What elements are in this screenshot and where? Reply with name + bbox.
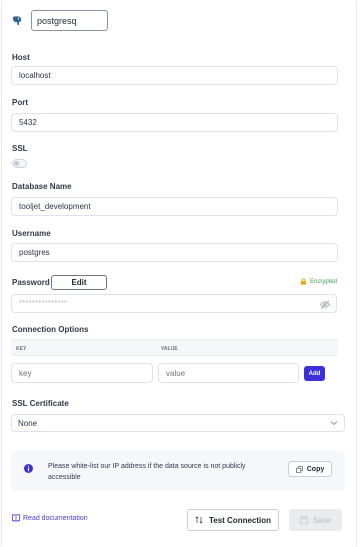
ssl-toggle-knob bbox=[14, 161, 19, 166]
whitelist-notice-text: Please white-list our IP address if the … bbox=[48, 463, 246, 481]
test-connection-button[interactable]: Test Connection bbox=[187, 509, 279, 531]
database-name-label: Database Name bbox=[12, 182, 72, 191]
postgresql-elephant-icon bbox=[12, 15, 22, 25]
connection-option-value-input[interactable] bbox=[158, 363, 299, 383]
database-name-input[interactable]: tooljet_development bbox=[11, 197, 338, 216]
password-masked-value: *************** bbox=[19, 300, 68, 307]
arrows-up-down-icon bbox=[195, 516, 203, 524]
datasource-name-input[interactable] bbox=[31, 10, 108, 31]
connection-option-key-input[interactable] bbox=[11, 363, 153, 383]
save-button[interactable]: Save bbox=[289, 509, 342, 531]
host-label: Host bbox=[12, 53, 30, 62]
read-documentation-label: Read documentation bbox=[23, 514, 88, 522]
connection-options-header: KEY VALUE bbox=[11, 339, 338, 356]
save-label: Save bbox=[312, 515, 332, 525]
ssl-label: SSL bbox=[12, 144, 28, 153]
password-edit-button[interactable]: Edit bbox=[51, 275, 107, 290]
password-label: Password bbox=[12, 278, 50, 287]
username-input[interactable]: postgres bbox=[11, 243, 338, 262]
port-input[interactable]: 5432 bbox=[11, 113, 338, 132]
chevron-down-icon bbox=[330, 421, 338, 426]
value-column-header: VALUE bbox=[161, 346, 178, 352]
ssl-toggle[interactable] bbox=[12, 159, 27, 168]
info-icon bbox=[24, 464, 33, 473]
encrypted-label: Encrypted bbox=[310, 278, 338, 285]
username-label: Username bbox=[12, 229, 51, 238]
eye-slash-icon[interactable] bbox=[320, 300, 330, 309]
save-icon bbox=[299, 516, 308, 524]
copy-icon bbox=[295, 465, 303, 473]
add-connection-option-button[interactable]: Add bbox=[304, 366, 325, 381]
whitelist-notice: Please white-list our IP address if the … bbox=[11, 451, 345, 491]
host-input[interactable]: localhost bbox=[11, 66, 338, 85]
test-connection-label: Test Connection bbox=[208, 515, 272, 525]
encrypted-indicator: Encrypted bbox=[300, 278, 337, 285]
lock-icon bbox=[300, 278, 307, 285]
read-documentation-link[interactable]: Read documentation bbox=[12, 514, 88, 522]
port-label: Port bbox=[12, 98, 28, 107]
datasource-name-row bbox=[12, 10, 108, 31]
copy-ip-button[interactable]: Copy bbox=[288, 461, 332, 477]
copy-label: Copy bbox=[306, 465, 325, 473]
key-column-header: KEY bbox=[16, 346, 27, 352]
password-input[interactable]: *************** bbox=[11, 294, 337, 313]
ssl-certificate-select[interactable]: None bbox=[11, 414, 345, 432]
book-icon bbox=[12, 514, 20, 522]
ssl-certificate-label: SSL Certificate bbox=[12, 399, 69, 408]
connection-options-label: Connection Options bbox=[12, 325, 89, 334]
ssl-certificate-selected-value: None bbox=[18, 418, 38, 428]
